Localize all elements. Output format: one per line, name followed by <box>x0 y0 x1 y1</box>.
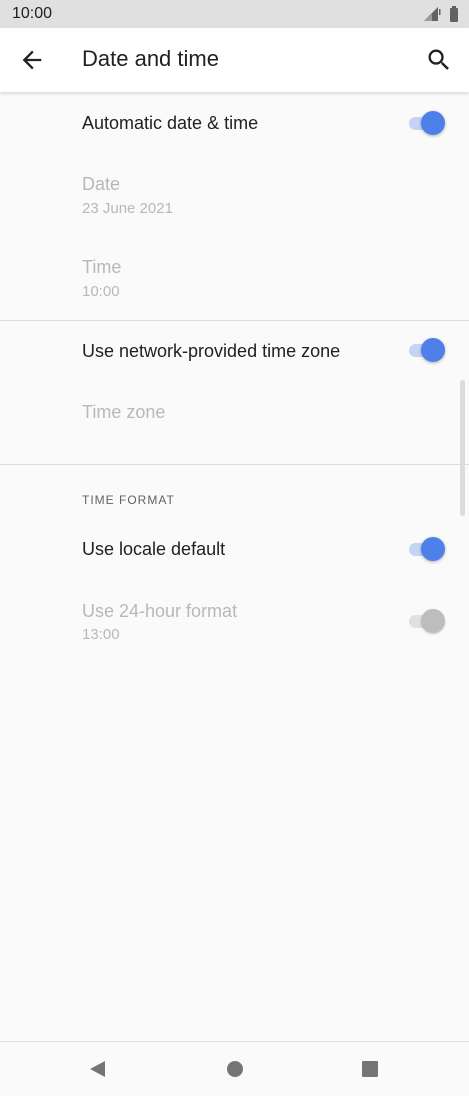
time-label: Time <box>82 257 122 277</box>
network-time-zone-switch[interactable] <box>409 338 445 362</box>
automatic-date-time-label: Automatic date & time <box>82 113 259 133</box>
locale-default-label: Use locale default <box>82 539 226 559</box>
setting-automatic-date-time[interactable]: Automatic date & time <box>0 92 469 156</box>
back-button[interactable] <box>18 46 46 74</box>
screen: 10:00 Date and time Automatic date & tim… <box>0 0 469 1096</box>
triangle-back-icon <box>90 1061 105 1077</box>
setting-network-time-zone[interactable]: Use network-provided time zone <box>0 321 469 381</box>
nav-recents-button[interactable] <box>360 1059 380 1079</box>
switch-thumb <box>421 609 445 633</box>
time-zone-label: Time zone <box>82 402 166 422</box>
24-hour-format-switch[interactable] <box>409 609 445 633</box>
signal-icon <box>424 7 441 21</box>
switch-thumb <box>421 111 445 135</box>
setting-time[interactable]: Time 10:00 <box>0 245 469 315</box>
network-time-zone-label: Use network-provided time zone <box>82 341 341 361</box>
square-recents-icon <box>362 1061 378 1077</box>
battery-icon <box>450 6 458 22</box>
date-value: 23 June 2021 <box>82 200 173 217</box>
status-icons <box>423 6 459 22</box>
arrow-left-icon <box>22 50 42 70</box>
nav-back-button[interactable] <box>88 1059 108 1079</box>
search-button[interactable] <box>425 46 453 74</box>
search-icon <box>428 49 449 70</box>
date-label: Date <box>82 174 121 194</box>
setting-locale-default[interactable]: Use locale default <box>0 520 469 580</box>
scrollbar[interactable] <box>460 380 465 516</box>
24-hour-format-label: Use 24-hour format <box>82 601 238 621</box>
status-time: 10:00 <box>12 5 53 22</box>
setting-24-hour-format[interactable]: Use 24-hour format 13:00 <box>0 588 469 658</box>
section-header-time-format: TIME FORMAT <box>82 493 175 507</box>
nav-home-button[interactable] <box>225 1059 245 1079</box>
status-bar: 10:00 <box>0 0 469 28</box>
navigation-bar <box>0 1041 469 1096</box>
app-bar: Date and time <box>0 28 469 92</box>
switch-thumb <box>421 537 445 561</box>
divider <box>0 464 469 465</box>
page-title: Date and time <box>82 46 219 71</box>
time-value: 10:00 <box>82 283 120 300</box>
circle-home-icon <box>227 1061 243 1077</box>
setting-date[interactable]: Date 23 June 2021 <box>0 162 469 232</box>
locale-default-switch[interactable] <box>409 537 445 561</box>
switch-thumb <box>421 338 445 362</box>
24-hour-format-value: 13:00 <box>82 626 120 643</box>
setting-time-zone[interactable]: Time zone <box>0 385 469 445</box>
automatic-date-time-switch[interactable] <box>409 111 445 135</box>
